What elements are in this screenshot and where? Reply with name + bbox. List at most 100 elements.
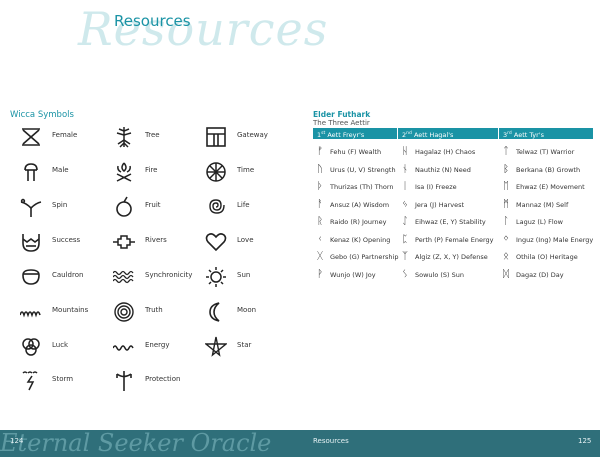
aett-ordinal-suffix: nd — [406, 131, 412, 136]
rune-label: Laguz (L) Flow — [516, 218, 563, 226]
aett-header-1: 1st Aett Freyr's — [313, 128, 397, 139]
rune-label: Urus (U, V) Strength — [330, 165, 396, 174]
truth-symbol-icon — [114, 302, 134, 322]
gateway-symbol-icon — [206, 127, 226, 147]
rune-label: Wunjo (W) Joy — [330, 270, 376, 279]
rune-label: Telwaz (T) Warrior — [516, 148, 575, 156]
storm-symbol-icon — [22, 371, 38, 391]
rivers-symbol-icon — [113, 235, 135, 249]
rune-glyph-icon: ᚲ — [317, 233, 323, 245]
rune-glyph-icon: ᛗ — [503, 198, 509, 210]
success-symbol-icon — [22, 234, 40, 252]
rune-label: Gebo (G) Partnership — [330, 253, 399, 261]
aett-name: Aett Tyr's — [513, 131, 545, 140]
rune-label: Ansuz (A) Wisdom — [330, 200, 390, 209]
wicca-item-label: Storm — [52, 375, 74, 383]
rune-glyph-icon: ᛜ — [503, 233, 509, 245]
rune-glyph-icon: ᚺ — [402, 146, 408, 157]
female-symbol-icon — [22, 128, 40, 146]
aett-ordinal-suffix: st — [321, 131, 326, 136]
rune-label: Othila (O) Heritage — [516, 253, 578, 261]
wicca-item-label: Fruit — [145, 201, 161, 209]
aett-header-2: 2nd Aett Hagal's — [398, 128, 498, 139]
rune-glyph-icon: ᛉ — [402, 251, 408, 262]
rune-glyph-icon: ᚠ — [317, 146, 323, 157]
tree-symbol-icon — [116, 127, 132, 148]
rune-glyph-icon: ᛚ — [503, 216, 509, 227]
sun-symbol-icon — [206, 267, 226, 287]
wicca-item-label: Luck — [52, 341, 69, 349]
wicca-item-label: Success — [52, 236, 81, 244]
rune-glyph-icon: ᛟ — [503, 251, 509, 262]
rune-label: Dagaz (D) Day — [516, 270, 564, 279]
rune-label: Hagalaz (H) Chaos — [415, 148, 476, 156]
rune-glyph-icon: ᚦ — [317, 181, 323, 192]
book-spread: { "header": { "title": "Resources", "scr… — [0, 0, 600, 457]
rune-label: Ehwaz (E) Movement — [516, 183, 585, 191]
wicca-item-label: Female — [52, 131, 78, 139]
rune-label: Mannaz (M) Self — [516, 200, 569, 209]
rune-label: Perth (P) Female Energy — [415, 235, 494, 244]
wicca-item-label: Gateway — [237, 131, 268, 139]
aett-name: Aett Hagal's — [413, 131, 454, 140]
left-page-number: 124 — [10, 437, 24, 445]
rune-label: Sowulo (S) Sun — [415, 270, 465, 279]
rune-label: Inguz (Ing) Male Energy — [516, 235, 594, 244]
wicca-symbols-heading: Wicca Symbols — [10, 110, 74, 120]
rune-label: Nauthiz (N) Need — [415, 165, 471, 174]
wicca-item-label: Synchronicity — [145, 271, 193, 279]
rune-glyph-icon: ᛏ — [503, 146, 509, 157]
rune-glyph-icon: ᚢ — [317, 163, 323, 175]
rune-label: Thurizas (Th) Thorn — [330, 183, 394, 191]
wicca-item-label: Star — [237, 341, 252, 349]
energy-symbol-icon — [113, 345, 134, 351]
footer-script-title: Eternal Seeker Oracle — [0, 429, 272, 457]
rune-glyph-icon: ᚨ — [317, 198, 323, 210]
aett-ordinal-suffix: rd — [507, 131, 512, 136]
rune-label: Kenaz (K) Opening — [330, 235, 391, 244]
rune-label: Isa (I) Freeze — [415, 183, 457, 191]
wicca-item-label: Male — [52, 166, 69, 174]
rune-glyph-icon: ᛊ — [402, 268, 408, 280]
luck-symbol-icon — [22, 338, 40, 356]
mountains-symbol-icon — [20, 311, 41, 318]
wicca-item-label: Cauldron — [52, 271, 84, 279]
cauldron-symbol-icon — [22, 269, 40, 285]
rune-label: Algiz (Z, X, Y) Defense — [415, 253, 488, 261]
rune-glyph-icon: ᛈ — [402, 233, 408, 245]
rune-glyph-icon: ᛃ — [402, 198, 408, 210]
rune-glyph-icon: ᚾ — [402, 163, 408, 175]
time-symbol-icon — [206, 162, 226, 182]
fire-symbol-icon — [116, 162, 132, 182]
rune-label: Berkana (B) Growth — [516, 165, 581, 174]
rune-glyph-icon: ᚹ — [317, 268, 323, 280]
wicca-item-label: Spin — [52, 201, 68, 209]
fruit-symbol-icon — [116, 196, 132, 217]
footer-section-title: Resources — [313, 437, 349, 445]
protection-symbol-icon — [116, 371, 132, 391]
wicca-item-label: Life — [237, 201, 250, 209]
spin-symbol-icon — [20, 198, 42, 217]
rune-glyph-icon: ᛞ — [503, 268, 509, 280]
futhark-title: Elder Futhark — [313, 110, 371, 119]
aett-header-3: 3rd Aett Tyr's — [499, 128, 593, 139]
futhark-subtitle: The Three Aettir — [313, 119, 370, 127]
rune-glyph-icon: ᛒ — [503, 163, 509, 175]
rune-label: Eihwaz (E, Y) Stability — [415, 218, 486, 226]
wicca-item-label: Sun — [237, 271, 251, 279]
wicca-item-label: Rivers — [145, 236, 167, 244]
wicca-item-label: Time — [237, 166, 255, 174]
wicca-item-label: Moon — [237, 306, 257, 314]
rune-glyph-icon: ᛁ — [402, 181, 408, 192]
male-symbol-icon — [24, 163, 38, 181]
moon-symbol-icon — [209, 302, 220, 322]
wicca-item-label: Energy — [145, 341, 170, 349]
rune-label: Jera (J) Harvest — [415, 200, 465, 209]
rune-label: Fehu (F) Wealth — [330, 148, 382, 156]
rune-glyph-icon: ᛖ — [503, 181, 509, 192]
wicca-item-label: Fire — [145, 166, 158, 174]
rune-glyph-icon: ᚱ — [317, 216, 323, 227]
rune-glyph-icon: ᛇ — [402, 216, 408, 227]
love-symbol-icon — [205, 233, 227, 252]
rune-glyph-icon: ᚷ — [317, 251, 323, 262]
